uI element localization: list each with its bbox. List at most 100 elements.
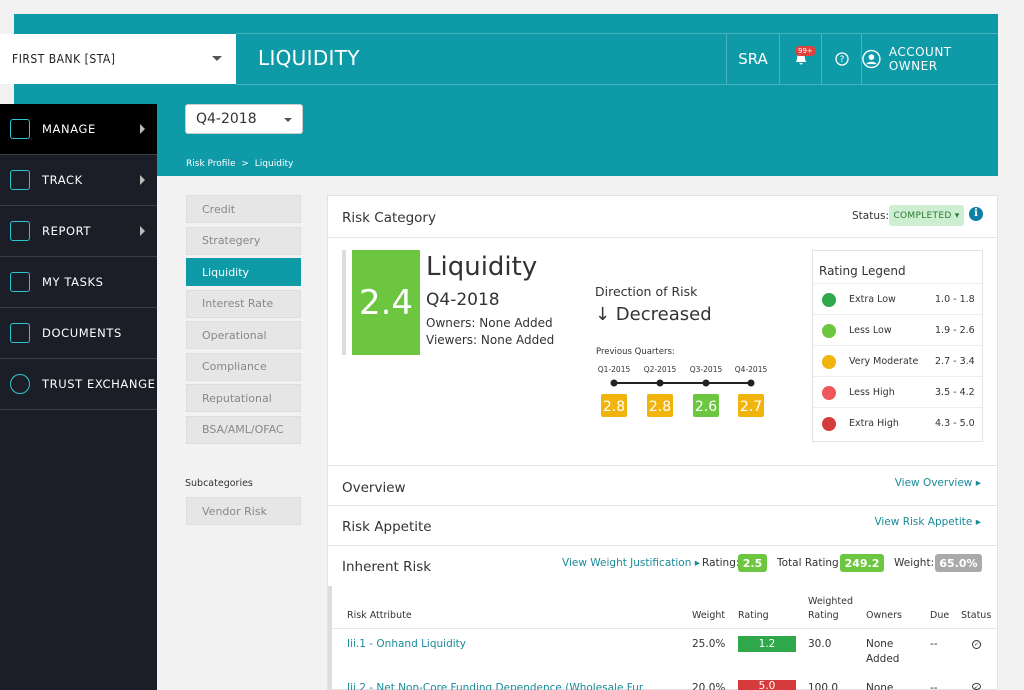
documents-icon: [10, 323, 30, 343]
row-weight: 20.0%: [692, 682, 726, 690]
legend-row: Extra Low 1.0 - 1.8: [813, 283, 982, 314]
category-item-liquidity[interactable]: Liquidity: [186, 258, 301, 286]
column-header-weight[interactable]: Weight: [692, 610, 725, 621]
quarter-label: Q2-2015: [644, 365, 677, 374]
legend-name: Less High: [849, 387, 895, 398]
breadcrumb-separator: >: [241, 159, 249, 169]
legend-name: Extra Low: [849, 294, 896, 305]
sra-button[interactable]: SRA: [726, 34, 779, 84]
sidebar-item-manage[interactable]: MANAGE: [0, 104, 157, 155]
sidebar: MANAGE TRACK REPORT MY TASKS DOCUMENTS T…: [0, 104, 157, 690]
category-item-strategery[interactable]: Strategery: [186, 226, 301, 255]
row-owners: None: [866, 638, 894, 650]
status-check-icon: ✓: [972, 683, 981, 690]
quarter-label: Q3-2015: [690, 365, 723, 374]
view-overview-link[interactable]: View Overview ▸: [895, 477, 981, 489]
report-icon: [10, 221, 30, 241]
risk-category-panel: Risk Category Status: COMPLETED ▾ i 2.4 …: [327, 195, 998, 690]
sidebar-item-my-tasks[interactable]: MY TASKS: [0, 257, 157, 308]
sidebar-item-label: REPORT: [42, 224, 92, 238]
category-item-credit[interactable]: Credit: [186, 195, 301, 223]
previous-quarters-label: Previous Quarters:: [596, 347, 675, 357]
notification-count-badge: 99+: [796, 46, 815, 56]
subcategories-label: Subcategories: [185, 478, 253, 489]
legend-dot: [822, 386, 836, 400]
row-rating: 1.2: [738, 636, 796, 652]
legend-dot: [822, 417, 836, 431]
category-item-reputational[interactable]: Reputational: [186, 384, 301, 412]
quarter-select[interactable]: Q4-2018: [185, 104, 303, 134]
column-header-status[interactable]: Status: [961, 610, 991, 621]
sidebar-item-report[interactable]: REPORT: [0, 206, 157, 257]
view-risk-appetite-link[interactable]: View Risk Appetite ▸: [874, 516, 981, 528]
account-menu[interactable]: ACCOUNT OWNER: [861, 34, 998, 84]
weight-label: Weight:: [894, 557, 935, 569]
column-header-weighted[interactable]: Weighted: [808, 596, 853, 607]
rating-legend: Rating Legend Extra Low 1.0 - 1.8 Less L…: [812, 250, 983, 442]
quarter-score: 2.7: [740, 399, 762, 415]
row-owners: Added: [866, 653, 900, 665]
sidebar-item-trust-exchange[interactable]: TRUST EXCHANGE: [0, 359, 157, 410]
status-dropdown[interactable]: COMPLETED ▾: [889, 205, 964, 226]
column-header-rating[interactable]: Rating: [738, 610, 769, 621]
breadcrumb-root[interactable]: Risk Profile: [186, 159, 236, 169]
sidebar-item-documents[interactable]: DOCUMENTS: [0, 308, 157, 359]
row-rating: 5.0: [738, 680, 796, 690]
status-label: Status:: [852, 210, 889, 222]
legend-row: Less Low 1.9 - 2.6: [813, 314, 982, 345]
weight-badge: 65.0%: [935, 554, 982, 572]
category-item-operational[interactable]: Operational: [186, 321, 301, 349]
chevron-right-icon: [140, 226, 145, 236]
help-button[interactable]: ?: [821, 34, 861, 84]
breadcrumb-current: Liquidity: [254, 159, 294, 169]
view-weight-justification-link[interactable]: View Weight Justification ▸: [562, 557, 700, 569]
category-item-interest-rate[interactable]: Interest Rate: [186, 289, 301, 318]
column-header-owners[interactable]: Owners: [866, 610, 902, 621]
quarter-score: 2.6: [695, 399, 717, 415]
risk-attribute-link[interactable]: Iii.2 - Net Non-Core Funding Dependence …: [347, 682, 643, 690]
legend-row: Less High 3.5 - 4.2: [813, 376, 982, 407]
row-weighted-rating: 100.0: [808, 682, 839, 690]
sidebar-item-track[interactable]: TRACK: [0, 155, 157, 206]
quarter-select-value: Q4-2018: [196, 111, 257, 127]
table-divider: [332, 628, 997, 629]
quarter-dot: [610, 379, 618, 387]
question-icon: ?: [834, 52, 849, 66]
legend-dot: [822, 293, 836, 307]
legend-range: 2.7 - 3.4: [935, 356, 975, 367]
risk-attribute-link[interactable]: Iii.1 - Onhand Liquidity: [347, 638, 466, 650]
row-due: --: [930, 682, 938, 690]
category-list: Credit Strategery Liquidity Interest Rat…: [186, 195, 301, 447]
overview-title: Overview: [342, 480, 406, 496]
bank-selector[interactable]: FIRST BANK [STA]: [0, 34, 236, 84]
risk-quarter: Q4-2018: [426, 290, 500, 310]
category-item-compliance[interactable]: Compliance: [186, 352, 301, 381]
column-header-weighted-rating[interactable]: Rating: [808, 610, 839, 621]
legend-range: 1.0 - 1.8: [935, 294, 975, 305]
notifications-button[interactable]: 99+: [779, 34, 821, 84]
legend-range: 4.3 - 5.0: [935, 418, 975, 429]
previous-quarters-timeline: Q1-2015 2.8 Q2-2015 2.8 Q3-2015 2.6 Q4-2015 2.7: [598, 365, 768, 417]
svg-text:?: ?: [839, 55, 844, 65]
subcategory-item-vendor-risk[interactable]: Vendor Risk: [186, 497, 301, 525]
quarter-label: Q1-2015: [598, 365, 631, 374]
info-icon[interactable]: i: [969, 207, 983, 221]
legend-name: Extra High: [849, 418, 899, 429]
risk-name: Liquidity: [426, 252, 538, 282]
sidebar-item-label: MANAGE: [42, 122, 96, 136]
legend-name: Very Moderate: [849, 356, 919, 367]
chevron-right-icon: [140, 124, 145, 134]
track-icon: [10, 170, 30, 190]
bank-selector-label: FIRST BANK [STA]: [12, 52, 116, 66]
legend-dot: [822, 324, 836, 338]
column-header-due[interactable]: Due: [930, 610, 949, 621]
column-header-attribute[interactable]: Risk Attribute: [347, 610, 412, 621]
chevron-down-icon: [284, 118, 292, 122]
legend-range: 3.5 - 4.2: [935, 387, 975, 398]
quarter-dot: [656, 379, 664, 387]
sidebar-item-label: TRACK: [42, 173, 83, 187]
category-item-bsa-aml-ofac[interactable]: BSA/AML/OFAC: [186, 415, 301, 444]
row-weight: 25.0%: [692, 638, 726, 650]
legend-name: Less Low: [849, 325, 892, 336]
quarter-label: Q4-2015: [735, 365, 768, 374]
